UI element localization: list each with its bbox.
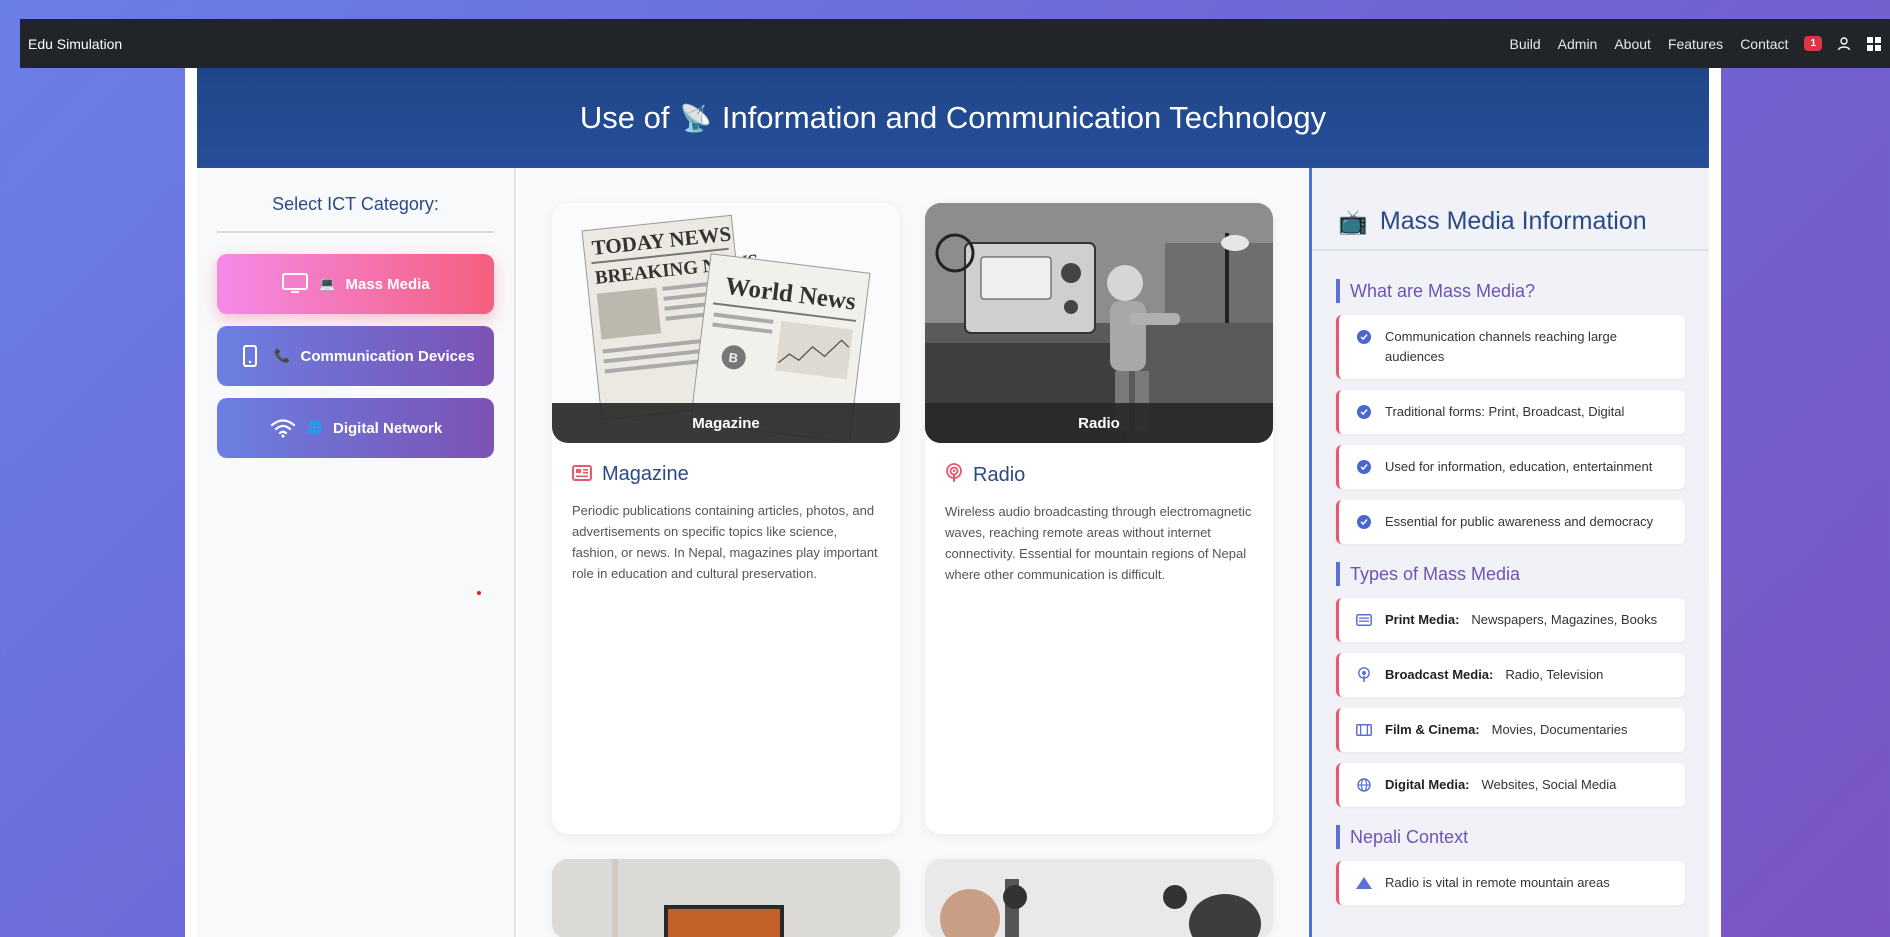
page-title: Use of 📡 Information and Communication T… (579, 100, 1327, 135)
brand-name[interactable]: Edu Simulation (28, 36, 122, 52)
notification-badge[interactable]: 1 (1804, 36, 1822, 51)
svg-text:B: B (728, 350, 739, 366)
newspaper-icon (1355, 610, 1373, 630)
section-title: What are Mass Media? (1336, 279, 1685, 303)
card-description: Wireless audio broadcasting through elec… (945, 504, 1252, 582)
television-icon: 📺 (1338, 207, 1368, 236)
magazine-image: TODAY NEWS BREAKING NEWS World News B Ma… (552, 203, 900, 443)
sidebar-divider (217, 231, 494, 233)
media-card-magazine[interactable]: TODAY NEWS BREAKING NEWS World News B Ma… (552, 203, 900, 834)
section-types-of-mass-media: Types of Mass Media Print Media: Newspape… (1336, 562, 1685, 807)
list-item: Print Media: Newspapers, Magazines, Books (1336, 598, 1685, 642)
media-card-radio[interactable]: Radio Radio Wireless audio broadcasting … (925, 203, 1273, 834)
card-description: Periodic publications containing article… (572, 503, 878, 581)
category-label: Mass Media (345, 275, 430, 293)
image-caption: Magazine (552, 403, 900, 443)
category-button-digital-network[interactable]: 🌐 Digital Network (217, 398, 494, 458)
media-card-television[interactable] (552, 859, 900, 937)
card-title: Radio (973, 463, 1026, 486)
list-item: Digital Media: Websites, Social Media (1336, 763, 1685, 807)
section-what-are-mass-media: What are Mass Media? Communication chann… (1336, 279, 1685, 544)
satellite-icon: 📡 (679, 102, 712, 133)
list-item: Communication channels reaching large au… (1336, 315, 1685, 379)
check-circle-icon (1355, 512, 1373, 532)
nav-link-admin[interactable]: Admin (1558, 36, 1598, 52)
info-panel: 📺 Mass Media Information What are Mass M… (1309, 168, 1709, 937)
newspaper-icon (572, 464, 592, 485)
list-item: Film & Cinema: Movies, Documentaries (1336, 708, 1685, 752)
sidebar-title: Select ICT Category: (272, 194, 439, 214)
nav-links: Build Admin About Features Contact 1 (1493, 36, 1882, 52)
check-circle-icon (1355, 327, 1373, 347)
telephone-icon: 📞 (274, 348, 291, 363)
globe-icon: 🌐 (306, 420, 323, 435)
section-title: Nepali Context (1336, 825, 1685, 849)
mountain-icon (1355, 873, 1373, 893)
types-list: Print Media: Newspapers, Magazines, Books… (1336, 598, 1685, 807)
list-item: Traditional forms: Print, Broadcast, Dig… (1336, 390, 1685, 434)
nav-link-contact[interactable]: Contact (1740, 36, 1788, 52)
podcast-icon (945, 463, 963, 487)
info-panel-header: 📺 Mass Media Information (1312, 168, 1709, 251)
media-card-film[interactable] (925, 859, 1273, 937)
media-cards-area: TODAY NEWS BREAKING NEWS World News B Ma… (518, 168, 1308, 937)
film-icon (1355, 720, 1373, 740)
section-title: Types of Mass Media (1336, 562, 1685, 586)
nav-link-features[interactable]: Features (1668, 36, 1723, 52)
check-circle-icon (1355, 402, 1373, 422)
television-image (552, 859, 900, 937)
section-nepali-context: Nepali Context Radio is vital in remote … (1336, 825, 1685, 905)
page-header: Use of 📡 Information and Communication T… (197, 68, 1709, 168)
cursor-dot (477, 591, 481, 595)
podcast-icon (1355, 665, 1373, 685)
nepali-list: Radio is vital in remote mountain areas (1336, 861, 1685, 905)
card-title: Magazine (602, 463, 689, 485)
mobile-phone-icon (236, 344, 264, 368)
nav-link-about[interactable]: About (1614, 36, 1651, 52)
radio-image: Radio (925, 203, 1273, 443)
list-item: Broadcast Media: Radio, Television (1336, 653, 1685, 697)
list-item: Used for information, education, enterta… (1336, 445, 1685, 489)
info-panel-title: Mass Media Information (1379, 207, 1647, 235)
category-button-communication-devices[interactable]: 📞 Communication Devices (217, 326, 494, 386)
nav-link-build[interactable]: Build (1510, 36, 1541, 52)
category-sidebar: Select ICT Category: 💻 Mass Media 📞 Comm… (197, 168, 516, 937)
globe-icon (1355, 775, 1373, 795)
user-icon[interactable] (1836, 36, 1852, 52)
category-label: Digital Network (333, 419, 443, 437)
card-header: Radio (945, 463, 1253, 487)
category-button-mass-media[interactable]: 💻 Mass Media (217, 254, 494, 314)
wifi-icon (269, 416, 297, 440)
image-caption: Radio (925, 403, 1273, 443)
monitor-icon (281, 272, 309, 296)
definition-list: Communication channels reaching large au… (1336, 315, 1685, 544)
top-navbar: Edu Simulation Build Admin About Feature… (20, 19, 1890, 68)
list-item: Radio is vital in remote mountain areas (1336, 861, 1685, 905)
card-header: Magazine (572, 463, 880, 486)
film-image (925, 859, 1273, 937)
category-label: Communication Devices (300, 347, 475, 365)
list-item: Essential for public awareness and democ… (1336, 500, 1685, 544)
grid-icon[interactable] (1866, 36, 1882, 52)
check-circle-icon (1355, 457, 1373, 477)
laptop-icon: 💻 (319, 276, 336, 291)
